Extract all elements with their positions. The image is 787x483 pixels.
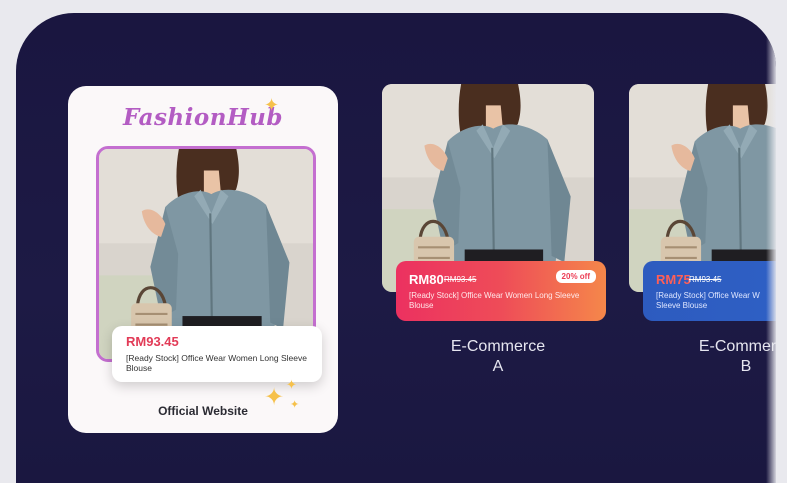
ecommerce-a-product-title: [Ready Stock] Office Wear Women Long Sle…: [409, 291, 580, 310]
comparison-panel: FashionHub ✦ RM93.45 [Ready Stock] Offic…: [16, 13, 776, 483]
ecommerce-b-price-banner: RM75 RM93.45 [Ready Stock] Office Wear W…: [643, 261, 776, 321]
sparkle-icon: ✦: [264, 95, 280, 115]
product-title: [Ready Stock] Office Wear Women Long Sle…: [126, 353, 307, 373]
discount-badge: 20% off: [555, 270, 596, 283]
ecommerce-a-price: RM80: [409, 272, 444, 287]
ecommerce-b-product-title: [Ready Stock] Office Wear W Sleeve Blous…: [656, 291, 760, 310]
product-price: RM93.45: [126, 334, 179, 349]
official-website-label: Official Website: [158, 404, 248, 418]
ecommerce-b-price: RM75: [656, 272, 691, 287]
sparkle-icon: ✦: [286, 377, 297, 392]
brand-logo: FashionHub: [123, 104, 283, 131]
price-tag: RM93.45 [Ready Stock] Office Wear Women …: [112, 326, 322, 382]
ecommerce-a-label: E-Commerce A: [450, 338, 546, 375]
ecommerce-a-original-price: RM93.45: [444, 275, 477, 284]
official-website-card[interactable]: FashionHub ✦ RM93.45 [Ready Stock] Offic…: [68, 86, 338, 433]
ecommerce-a-price-banner: RM80 RM93.45 20% off [Ready Stock] Offic…: [396, 261, 606, 321]
edge-fade: [766, 13, 776, 483]
ecommerce-b-label: E-Commerce B: [698, 338, 776, 375]
ecommerce-b-original-price: RM93.45: [689, 275, 722, 284]
